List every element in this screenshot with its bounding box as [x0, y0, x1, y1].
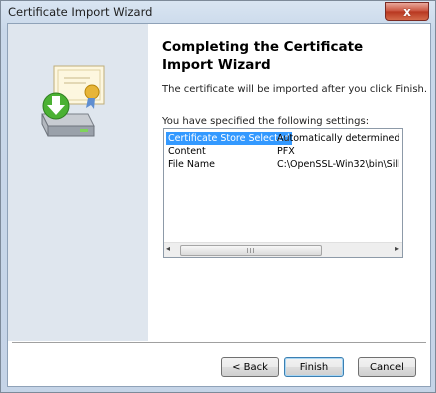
setting-name: Certificate Store Selected [166, 132, 292, 145]
finish-instruction-text: The certificate will be imported after y… [162, 84, 428, 95]
title-bar[interactable]: Certificate Import Wizard x [1, 1, 435, 23]
list-item[interactable]: Content PFX [164, 145, 402, 158]
horizontal-scrollbar[interactable]: ◂ III ▸ [164, 242, 402, 257]
setting-value: Automatically determined by t [277, 133, 399, 144]
setting-name: File Name [168, 159, 215, 170]
grip-icon: III [246, 246, 256, 255]
cancel-button[interactable]: Cancel [358, 357, 416, 377]
wizard-side-panel [8, 24, 148, 341]
setting-value: C:\OpenSSL-Win32\bin\SilkSpu [277, 159, 399, 170]
window-title: Certificate Import Wizard [8, 5, 153, 19]
scroll-left-icon[interactable]: ◂ [166, 244, 170, 253]
settings-label: You have specified the following setting… [162, 116, 370, 127]
back-button[interactable]: < Back [221, 357, 279, 377]
scroll-right-icon[interactable]: ▸ [395, 244, 399, 253]
finish-button[interactable]: Finish [284, 357, 344, 377]
divider [12, 342, 426, 344]
scroll-thumb[interactable]: III [180, 245, 322, 256]
setting-value: PFX [277, 146, 295, 157]
page-title: Completing the Certificate Import Wizard [162, 39, 364, 73]
list-item[interactable]: File Name C:\OpenSSL-Win32\bin\SilkSpu [164, 158, 402, 171]
certificate-import-wizard-icon [41, 65, 105, 137]
close-button[interactable]: x [385, 2, 429, 21]
setting-name: Content [168, 146, 206, 157]
list-item[interactable]: Certificate Store Selected Automatically… [164, 132, 402, 145]
close-icon: x [403, 4, 411, 19]
wizard-client-area: Completing the Certificate Import Wizard… [7, 23, 431, 387]
wizard-window: Certificate Import Wizard x Completing t… [0, 0, 436, 393]
settings-list[interactable]: Certificate Store Selected Automatically… [163, 128, 403, 258]
